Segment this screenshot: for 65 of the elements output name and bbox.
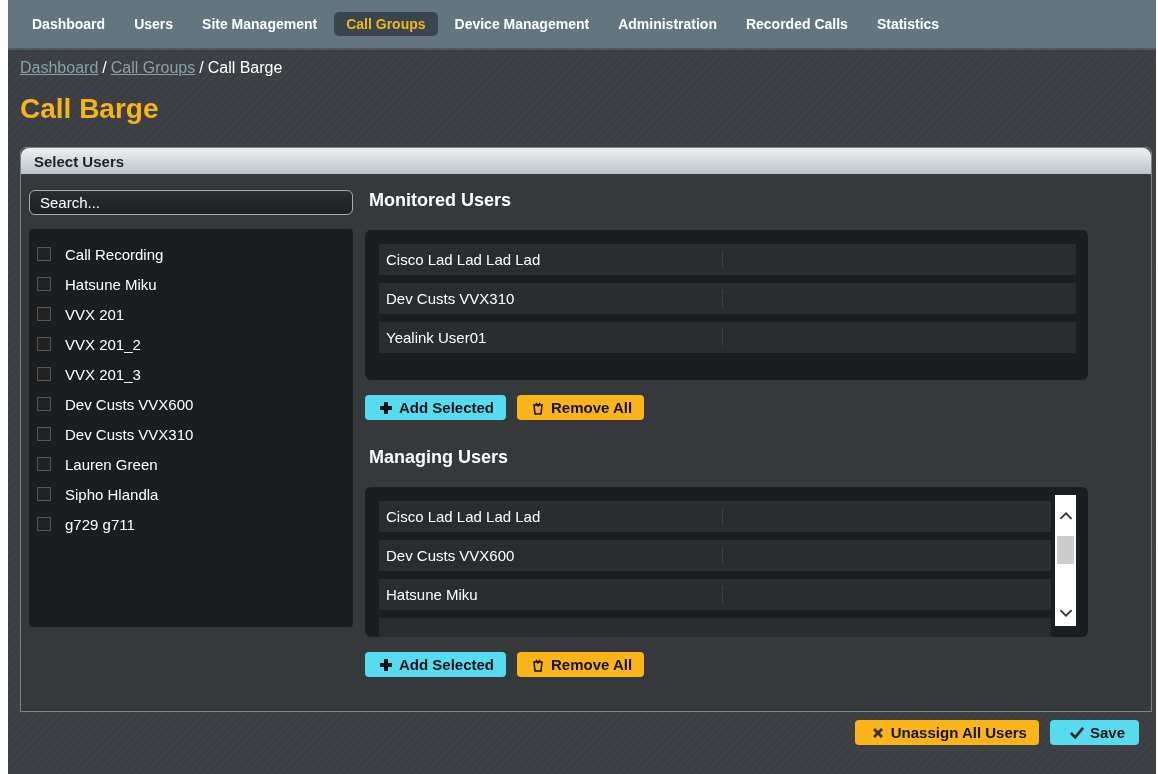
table-row[interactable]: Yealink User01 (379, 322, 1076, 353)
remove-all-button[interactable]: Remove All (517, 652, 645, 677)
table-cell: Dev Custs VVX600 (379, 547, 723, 564)
user-name[interactable]: VVX 201_3 (65, 365, 141, 383)
add-selected-button[interactable]: Add Selected (365, 395, 507, 420)
user-name[interactable]: Dev Custs VVX310 (65, 425, 194, 443)
section-title: Managing Users (369, 447, 510, 468)
add-selected-button[interactable]: Add Selected (365, 652, 507, 677)
nav-tab[interactable]: Users (122, 12, 186, 36)
table-row[interactable]: Dev Custs VVX600 (379, 540, 1051, 571)
user-name[interactable]: VVX 201_2 (65, 335, 141, 353)
scroll-down-icon[interactable] (1058, 609, 1073, 618)
breadcrumb-current: Call Barge (207, 59, 283, 77)
checkbox[interactable] (37, 487, 51, 501)
remove-all-button[interactable]: Remove All (517, 395, 645, 420)
table-cell: Hatsune Miku (379, 586, 723, 603)
search-field[interactable]: Search... (29, 190, 353, 215)
nav-tab[interactable]: Recorded Calls (733, 12, 860, 36)
save-button[interactable]: Save (1049, 720, 1139, 745)
checkbox[interactable] (37, 277, 51, 291)
nav-tab[interactable]: Dashboard (20, 12, 118, 36)
breadcrumb-separator: / (102, 59, 107, 77)
user-name[interactable]: Hatsune Miku (65, 275, 157, 293)
section-title: Monitored Users (369, 190, 513, 211)
bin-icon (531, 657, 546, 672)
user-name[interactable]: Dev Custs VVX600 (65, 395, 194, 413)
panel-title: Select Users (34, 152, 125, 170)
checkbox[interactable] (37, 307, 51, 321)
checkbox[interactable] (37, 457, 51, 471)
scroll-up-icon[interactable] (1058, 511, 1073, 520)
nav-tab[interactable]: Administration (606, 12, 729, 36)
breadcrumb-link[interactable]: Call Groups (110, 59, 196, 77)
table-cell: Yealink User01 (379, 329, 723, 346)
nav-tab[interactable]: Site Management (190, 12, 330, 36)
table-row[interactable]: Cisco Lad Lad Lad Lad (379, 244, 1076, 275)
user-name[interactable]: Call Recording (65, 245, 164, 263)
checkbox[interactable] (37, 397, 51, 411)
nav-tab[interactable]: Call Groups (334, 12, 438, 36)
checkbox[interactable] (37, 337, 51, 351)
nav-tab[interactable]: Statistics (864, 12, 952, 36)
nav-tab[interactable]: Device Management (442, 12, 602, 36)
table-row[interactable]: Hatsune Miku (379, 579, 1051, 610)
user-name[interactable]: Sipho Hlandla (65, 485, 159, 503)
table-row[interactable]: Cisco Lad Lad Lad Lad (379, 501, 1051, 532)
checkbox[interactable] (37, 247, 51, 261)
table-cell: Cisco Lad Lad Lad Lad (379, 251, 723, 268)
user-name[interactable]: g729 g711 (65, 515, 135, 533)
scroll-thumb[interactable] (1057, 535, 1074, 564)
checkmark-icon (1069, 725, 1084, 740)
checkbox[interactable] (37, 517, 51, 531)
checkbox[interactable] (37, 427, 51, 441)
table-row[interactable]: Dev Custs VVX310 (379, 283, 1076, 314)
table-cell: Cisco Lad Lad Lad Lad (379, 508, 723, 525)
user-name[interactable]: VVX 201 (65, 305, 125, 323)
checkbox[interactable] (37, 367, 51, 381)
breadcrumb-separator: / (199, 59, 204, 77)
scrollbar[interactable] (1055, 495, 1076, 626)
plus-icon (379, 400, 393, 415)
bin-icon (531, 400, 546, 415)
user-name[interactable]: Lauren Green (65, 455, 158, 473)
table-cell: Dev Custs VVX310 (379, 290, 723, 307)
unassign-all-button[interactable]: Unassign All Users (854, 720, 1039, 745)
plus-icon (379, 657, 393, 672)
breadcrumb-link[interactable]: Dashboard (20, 59, 99, 77)
page-title: Call Barge (20, 93, 160, 125)
